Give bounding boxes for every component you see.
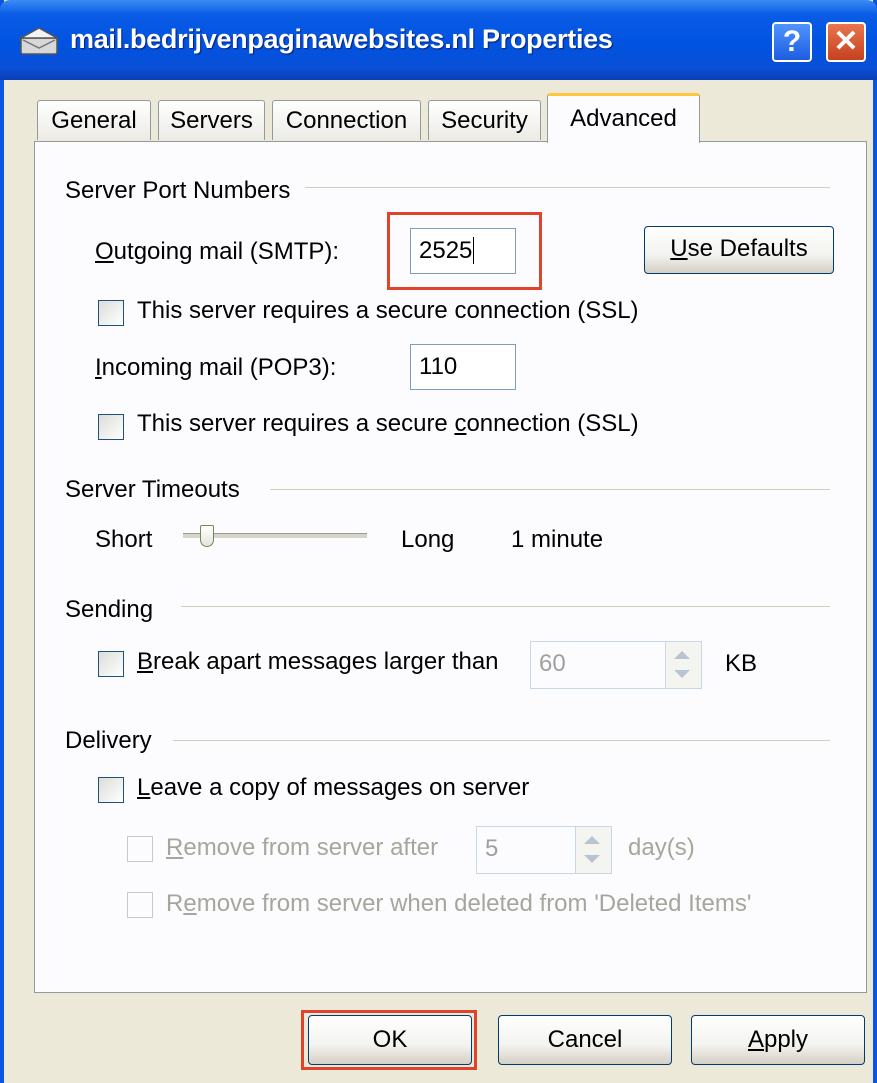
break-apart-label: Break apart messages larger than <box>137 648 499 675</box>
pop3-ssl-checkbox[interactable] <box>98 414 124 440</box>
title-bar[interactable]: mail.bedrijvenpaginawebsites.nl Properti… <box>0 0 877 80</box>
timeout-short-label: Short <box>95 526 153 553</box>
remove-after-label: Remove from server after <box>166 834 439 861</box>
separator <box>270 489 830 490</box>
incoming-mail-label: Incoming mail (POP3): <box>95 354 337 381</box>
break-size-field[interactable]: 60 <box>530 641 702 689</box>
remove-deleted-checkbox[interactable] <box>127 892 153 918</box>
break-size-spinner[interactable] <box>665 642 701 688</box>
separator <box>173 740 830 741</box>
group-title-sending: Sending <box>65 596 154 623</box>
group-title-server-timeouts: Server Timeouts <box>65 476 240 503</box>
outgoing-port-highlight <box>387 212 542 290</box>
timeout-value: 1 minute <box>511 526 604 553</box>
spin-down-icon[interactable] <box>584 855 600 863</box>
smtp-ssl-checkbox[interactable] <box>98 300 124 326</box>
group-title-server-ports: Server Port Numbers <box>65 177 291 204</box>
group-title-delivery: Delivery <box>65 727 152 754</box>
ok-button-highlight <box>301 1010 477 1070</box>
remove-days-spinner[interactable] <box>575 827 611 873</box>
advanced-tab-panel: Server Port Numbers Outgoing mail (SMTP)… <box>34 141 867 993</box>
help-button[interactable]: ? <box>772 22 812 62</box>
remove-days-field[interactable]: 5 <box>476 826 612 874</box>
spin-down-icon[interactable] <box>674 670 690 678</box>
tab-advanced[interactable]: Advanced <box>547 93 700 143</box>
timeout-slider-thumb[interactable] <box>200 525 214 547</box>
close-button[interactable]: ✕ <box>826 22 866 62</box>
tab-connection[interactable]: Connection <box>272 100 421 140</box>
separator <box>305 187 830 188</box>
remove-days-unit: day(s) <box>628 834 695 861</box>
leave-copy-label: Leave a copy of messages on server <box>137 774 530 801</box>
mail-server-icon <box>18 27 60 55</box>
close-icon: ✕ <box>833 25 859 58</box>
break-size-unit: KB <box>725 650 758 677</box>
remove-deleted-label: Remove from server when deleted from 'De… <box>166 890 752 917</box>
spin-up-icon[interactable] <box>584 836 600 844</box>
tab-general[interactable]: General <box>37 100 151 140</box>
smtp-ssl-label: This server requires a secure connection… <box>137 297 639 324</box>
remove-after-checkbox[interactable] <box>127 836 153 862</box>
properties-dialog: mail.bedrijvenpaginawebsites.nl Properti… <box>0 0 877 1083</box>
outgoing-mail-label: Outgoing mail (SMTP): <box>95 238 340 265</box>
leave-copy-checkbox[interactable] <box>98 777 124 803</box>
incoming-port-field[interactable]: 110 <box>410 344 516 390</box>
pop3-ssl-label: This server requires a secure connection… <box>137 410 639 437</box>
apply-button[interactable]: Apply <box>691 1015 865 1065</box>
help-icon: ? <box>782 25 802 58</box>
separator <box>181 606 830 607</box>
tab-servers[interactable]: Servers <box>158 100 265 140</box>
timeout-long-label: Long <box>401 526 455 553</box>
use-defaults-button[interactable]: Use Defaults <box>644 226 834 274</box>
spin-up-icon[interactable] <box>674 651 690 659</box>
cancel-button[interactable]: Cancel <box>498 1015 672 1065</box>
break-apart-checkbox[interactable] <box>98 651 124 677</box>
window-title: mail.bedrijvenpaginawebsites.nl Properti… <box>70 24 613 54</box>
tab-security[interactable]: Security <box>428 100 541 140</box>
